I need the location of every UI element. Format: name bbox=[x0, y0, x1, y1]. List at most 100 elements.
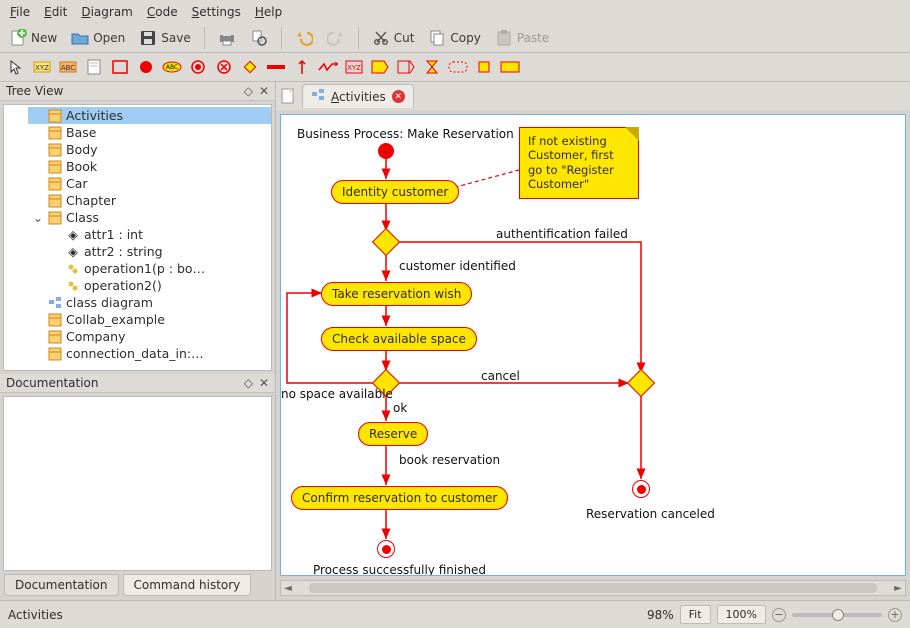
activity-confirm[interactable]: Confirm reservation to customer bbox=[291, 486, 508, 510]
tool-tag2[interactable] bbox=[396, 57, 416, 77]
print-icon bbox=[218, 29, 236, 47]
scroll-right-icon[interactable]: ► bbox=[891, 583, 905, 594]
tool-note[interactable]: ABC bbox=[58, 57, 78, 77]
svg-text:XYZ: XYZ bbox=[35, 64, 49, 72]
open-button[interactable]: Open bbox=[66, 26, 130, 50]
tree-member[interactable]: operation2() bbox=[46, 277, 271, 294]
end-success[interactable] bbox=[377, 540, 395, 558]
panel-menu-icon[interactable]: ◇ bbox=[244, 376, 253, 390]
tool-rect[interactable] bbox=[110, 57, 130, 77]
separator bbox=[358, 27, 359, 49]
panel-close-icon[interactable]: ✕ bbox=[259, 84, 269, 98]
paste-button[interactable]: Paste bbox=[490, 26, 554, 50]
horizontal-scrollbar[interactable]: ◄ ► bbox=[280, 580, 906, 596]
tree-item-class[interactable]: ⌄Class bbox=[28, 209, 271, 226]
tab-activities[interactable]: Activities ✕ bbox=[302, 84, 414, 108]
left-sidebar: Tree View ◇✕ ActivitiesBaseBodyBookCarCh… bbox=[0, 82, 276, 600]
copy-button[interactable]: Copy bbox=[423, 26, 485, 50]
zoom-slider[interactable] bbox=[792, 613, 882, 617]
separator bbox=[204, 27, 205, 49]
tool-bar[interactable] bbox=[266, 57, 286, 77]
activity-take-wish[interactable]: Take reservation wish bbox=[321, 282, 472, 306]
tree-item[interactable]: Base bbox=[28, 124, 271, 141]
end-canceled[interactable] bbox=[632, 480, 650, 498]
tree-item[interactable]: Chapter bbox=[28, 192, 271, 209]
tool-arrow-up[interactable] bbox=[292, 57, 312, 77]
save-label: Save bbox=[161, 31, 190, 45]
redo-button[interactable] bbox=[322, 26, 350, 50]
zoom-fit-button[interactable]: Fit bbox=[680, 605, 711, 624]
edge-label-custid: customer identified bbox=[399, 259, 516, 273]
cut-button[interactable]: Cut bbox=[367, 26, 420, 50]
tree-scroll[interactable]: ActivitiesBaseBodyBookCarChapter⌄Class◈a… bbox=[3, 104, 272, 371]
print-button[interactable] bbox=[213, 26, 241, 50]
tool-page[interactable] bbox=[84, 57, 104, 77]
print-preview-button[interactable] bbox=[245, 26, 273, 50]
tool-label-oval[interactable]: ABC bbox=[162, 57, 182, 77]
zoom-out-button[interactable]: − bbox=[772, 608, 786, 622]
tool-cancel-circle[interactable] bbox=[214, 57, 234, 77]
tree-item[interactable]: Company bbox=[28, 328, 271, 345]
tab-close-icon[interactable]: ✕ bbox=[392, 90, 405, 103]
tab-command-history[interactable]: Command history bbox=[123, 574, 252, 596]
note-register-customer[interactable]: If not existing Customer, first go to "R… bbox=[519, 127, 639, 199]
tab-documentation[interactable]: Documentation bbox=[4, 574, 119, 596]
tool-small-square[interactable] bbox=[474, 57, 494, 77]
scrollbar-thumb[interactable] bbox=[309, 583, 877, 593]
tool-text-xyz[interactable]: XYZ bbox=[32, 57, 52, 77]
tree-item[interactable]: Collab_example bbox=[28, 311, 271, 328]
menu-code[interactable]: Code bbox=[141, 2, 184, 22]
menu-edit[interactable]: Edit bbox=[38, 2, 73, 22]
cut-label: Cut bbox=[394, 31, 415, 45]
tree-member[interactable]: operation1(p : bo… bbox=[46, 260, 271, 277]
menu-diagram[interactable]: Diagram bbox=[75, 2, 139, 22]
zoom-100-button[interactable]: 100% bbox=[717, 605, 766, 624]
status-bar: Activities 98% Fit 100% − + bbox=[0, 600, 910, 628]
start-node[interactable] bbox=[378, 143, 394, 159]
tree-item[interactable]: class diagram bbox=[28, 294, 271, 311]
activity-reserve[interactable]: Reserve bbox=[358, 422, 428, 446]
activity-identity[interactable]: Identity customer bbox=[331, 180, 459, 204]
zoom-slider-knob[interactable] bbox=[832, 609, 844, 621]
undo-icon bbox=[295, 29, 313, 47]
main-toolbar: New Open Save Cut Copy Paste bbox=[0, 24, 910, 53]
tool-pointer[interactable] bbox=[6, 57, 26, 77]
activity-check-space[interactable]: Check available space bbox=[321, 327, 477, 351]
panel-close-icon[interactable]: ✕ bbox=[259, 376, 269, 390]
save-button[interactable]: Save bbox=[134, 26, 195, 50]
menu-help[interactable]: Help bbox=[249, 2, 288, 22]
tool-xyz-box[interactable]: XYZ bbox=[344, 57, 364, 77]
status-text: Activities bbox=[8, 608, 63, 622]
canvas-scroll[interactable]: Business Process: Make Reservation Ident… bbox=[280, 114, 906, 576]
tool-zigzag[interactable] bbox=[318, 57, 338, 77]
tree-item[interactable]: Car bbox=[28, 175, 271, 192]
tool-dashed-rect[interactable] bbox=[448, 57, 468, 77]
zoom-in-button[interactable]: + bbox=[888, 608, 902, 622]
panel-menu-icon[interactable]: ◇ bbox=[244, 84, 253, 98]
tool-decision[interactable] bbox=[240, 57, 260, 77]
tool-wide-rect[interactable] bbox=[500, 57, 520, 77]
menu-file[interactable]: File bbox=[4, 2, 36, 22]
tool-final[interactable] bbox=[188, 57, 208, 77]
paste-label: Paste bbox=[517, 31, 549, 45]
tool-tag[interactable] bbox=[370, 57, 390, 77]
new-tab-icon[interactable] bbox=[280, 87, 298, 105]
tree-item[interactable]: Book bbox=[28, 158, 271, 175]
svg-text:ABC: ABC bbox=[61, 64, 75, 72]
undo-button[interactable] bbox=[290, 26, 318, 50]
decision-auth[interactable] bbox=[372, 228, 400, 256]
tree-item[interactable]: connection_data_in:… bbox=[28, 345, 271, 362]
tool-hourglass[interactable] bbox=[422, 57, 442, 77]
tree-item[interactable]: Activities bbox=[28, 107, 271, 124]
tree-member[interactable]: ◈attr2 : string bbox=[46, 243, 271, 260]
tree-member[interactable]: ◈attr1 : int bbox=[46, 226, 271, 243]
tree: ActivitiesBaseBodyBookCarChapter⌄Class◈a… bbox=[4, 105, 271, 364]
documentation-textarea[interactable] bbox=[3, 396, 272, 571]
merge-canceled[interactable] bbox=[627, 369, 655, 397]
tree-item[interactable]: Body bbox=[28, 141, 271, 158]
menu-settings[interactable]: Settings bbox=[186, 2, 247, 22]
scroll-left-icon[interactable]: ◄ bbox=[281, 583, 295, 594]
new-button[interactable]: New bbox=[4, 26, 62, 50]
diagram-canvas[interactable]: Business Process: Make Reservation Ident… bbox=[281, 115, 901, 576]
tool-initial[interactable] bbox=[136, 57, 156, 77]
